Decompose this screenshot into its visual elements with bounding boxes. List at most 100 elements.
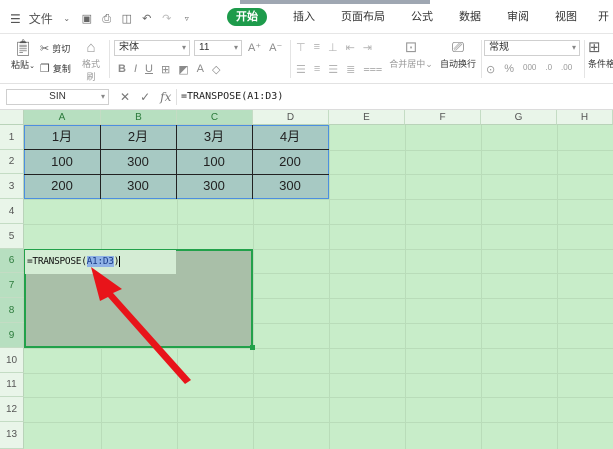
select-all-corner[interactable]: [0, 110, 24, 125]
row-header-5[interactable]: 5: [0, 224, 24, 249]
merge-center-button[interactable]: ⊡ 合并居中⌄: [388, 39, 434, 70]
cut-button[interactable]: ✂ 剪切: [40, 42, 70, 55]
spreadsheet-grid[interactable]: A B C D E F G H 1 2 3 4 5 6 7 8 9 10 11 …: [0, 110, 613, 449]
align-center-icon[interactable]: ≡: [314, 63, 320, 76]
paste-button[interactable]: 📋︎ 粘贴⌄: [10, 40, 36, 71]
row-header-11[interactable]: 11: [0, 373, 24, 397]
increase-decimal-icon[interactable]: .0: [545, 63, 552, 76]
gridline: [24, 224, 613, 225]
gridline: [24, 348, 613, 349]
cell-c3[interactable]: 300: [176, 174, 252, 198]
eraser-icon[interactable]: ◇: [212, 63, 220, 76]
font-grow-icon[interactable]: A⁺: [248, 41, 261, 54]
cell-c1[interactable]: 3月: [176, 125, 252, 149]
row-header-8[interactable]: 8: [0, 298, 24, 323]
cancel-icon[interactable]: ✕: [120, 89, 130, 105]
formula-input[interactable]: =TRANSPOSE(A1:D3): [176, 89, 608, 105]
font-size-select[interactable]: 11 ▾: [194, 40, 242, 56]
align-top-icon[interactable]: ⊤: [296, 41, 306, 54]
undo-icon[interactable]: ↶: [141, 13, 153, 25]
column-header-a[interactable]: A: [24, 110, 101, 125]
fill-color-icon[interactable]: ◩: [178, 63, 188, 76]
cell-c2[interactable]: 100: [176, 150, 252, 174]
percent-icon[interactable]: %: [504, 63, 514, 76]
row-header-12[interactable]: 12: [0, 397, 24, 422]
row-header-3[interactable]: 3: [0, 174, 24, 199]
tab-dev[interactable]: 开: [590, 0, 613, 34]
column-header-f[interactable]: F: [405, 110, 481, 125]
border-icon[interactable]: ⊞: [161, 63, 170, 76]
cell-edit-formula[interactable]: =TRANSPOSE(A1:D3): [27, 256, 121, 267]
bold-icon[interactable]: B: [118, 63, 126, 76]
thousands-icon[interactable]: 000: [523, 63, 536, 76]
row-header-6[interactable]: 6: [0, 249, 24, 273]
tab-review[interactable]: 审阅: [494, 0, 542, 34]
indent-decrease-icon[interactable]: ⇤: [346, 41, 355, 54]
name-box-value: SIN: [49, 91, 66, 102]
column-header-e[interactable]: E: [329, 110, 405, 125]
column-header-g[interactable]: G: [481, 110, 557, 125]
cell-a1[interactable]: 1月: [24, 125, 100, 149]
font-color-icon[interactable]: A: [197, 63, 204, 76]
tab-page-layout[interactable]: 页面布局: [328, 0, 398, 34]
row-header-2[interactable]: 2: [0, 150, 24, 174]
currency-icon[interactable]: ⊙: [486, 63, 495, 76]
number-format-select[interactable]: 常规 ▾: [484, 40, 580, 56]
cell-b1[interactable]: 2月: [100, 125, 176, 149]
tab-home[interactable]: 开始: [214, 0, 280, 34]
indent-increase-icon[interactable]: ⇥: [363, 41, 372, 54]
chevron-down-icon[interactable]: ⌄: [61, 13, 73, 25]
cell-a3[interactable]: 200: [24, 174, 100, 198]
confirm-icon[interactable]: ✓: [140, 89, 150, 105]
cell-b2[interactable]: 300: [100, 150, 176, 174]
cell-a2[interactable]: 100: [24, 150, 100, 174]
distributed-icon[interactable]: ⩶: [363, 63, 382, 76]
font-shrink-icon[interactable]: A⁻: [269, 41, 282, 54]
underline-icon[interactable]: U: [145, 63, 153, 76]
column-header-c[interactable]: C: [177, 110, 253, 125]
align-middle-icon[interactable]: ≡: [314, 41, 320, 54]
insert-function-icon[interactable]: fx: [160, 89, 171, 105]
conditional-format-button[interactable]: ⊞ 条件格: [588, 39, 613, 70]
row-header-4[interactable]: 4: [0, 199, 24, 224]
menu-icon[interactable]: ☰: [10, 12, 21, 26]
decrease-decimal-icon[interactable]: .00: [561, 63, 572, 76]
tab-insert[interactable]: 插入: [280, 0, 328, 34]
fill-handle[interactable]: [250, 345, 255, 350]
cell-b3[interactable]: 300: [100, 174, 176, 198]
name-box[interactable]: SIN ▾: [6, 89, 109, 105]
formula-prefix: =TRANSPOSE(: [27, 256, 87, 267]
column-header-d[interactable]: D: [253, 110, 329, 125]
column-header-b[interactable]: B: [101, 110, 177, 125]
cell-d2[interactable]: 200: [252, 150, 328, 174]
align-left-icon[interactable]: ☰: [296, 63, 306, 76]
format-painter-button[interactable]: ⌂ 格式刷: [78, 39, 104, 83]
cell-d1[interactable]: 4月: [252, 125, 328, 149]
file-menu[interactable]: 文件: [29, 10, 53, 27]
wrap-text-button[interactable]: ⎚ 自动换行: [436, 39, 480, 70]
font-size-value: 11: [199, 42, 210, 53]
tab-view[interactable]: 视图: [542, 0, 590, 34]
copy-button[interactable]: ❐ 复制: [40, 62, 71, 75]
row-header-1[interactable]: 1: [0, 125, 24, 150]
save-icon[interactable]: ▣: [81, 13, 93, 25]
row-header-7[interactable]: 7: [0, 273, 24, 298]
italic-icon[interactable]: I: [134, 63, 137, 76]
customize-icon[interactable]: ▿: [181, 13, 193, 25]
print-preview-icon[interactable]: ◫: [121, 13, 133, 25]
font-name-select[interactable]: 宋体 ▾: [114, 40, 190, 56]
print-icon[interactable]: ⎙: [101, 13, 113, 25]
column-header-h[interactable]: H: [557, 110, 613, 125]
redo-icon[interactable]: ↷: [161, 13, 173, 25]
copy-icon: ❐: [40, 63, 50, 75]
cell-d3[interactable]: 300: [252, 174, 328, 198]
justify-icon[interactable]: ≣: [346, 63, 355, 76]
align-right-icon[interactable]: ☰: [328, 63, 338, 76]
row-header-10[interactable]: 10: [0, 348, 24, 373]
tab-data[interactable]: 数据: [446, 0, 494, 34]
row-header-13[interactable]: 13: [0, 422, 24, 449]
tab-formulas[interactable]: 公式: [398, 0, 446, 34]
align-bottom-icon[interactable]: ⊥: [328, 41, 338, 54]
menu-bar: ☰ 文件 ⌄ ▣ ⎙ ◫ ↶ ↷ ▿ 开始 插入 页面布局 公式 数据 审阅 视…: [0, 0, 613, 34]
row-header-9[interactable]: 9: [0, 323, 24, 348]
